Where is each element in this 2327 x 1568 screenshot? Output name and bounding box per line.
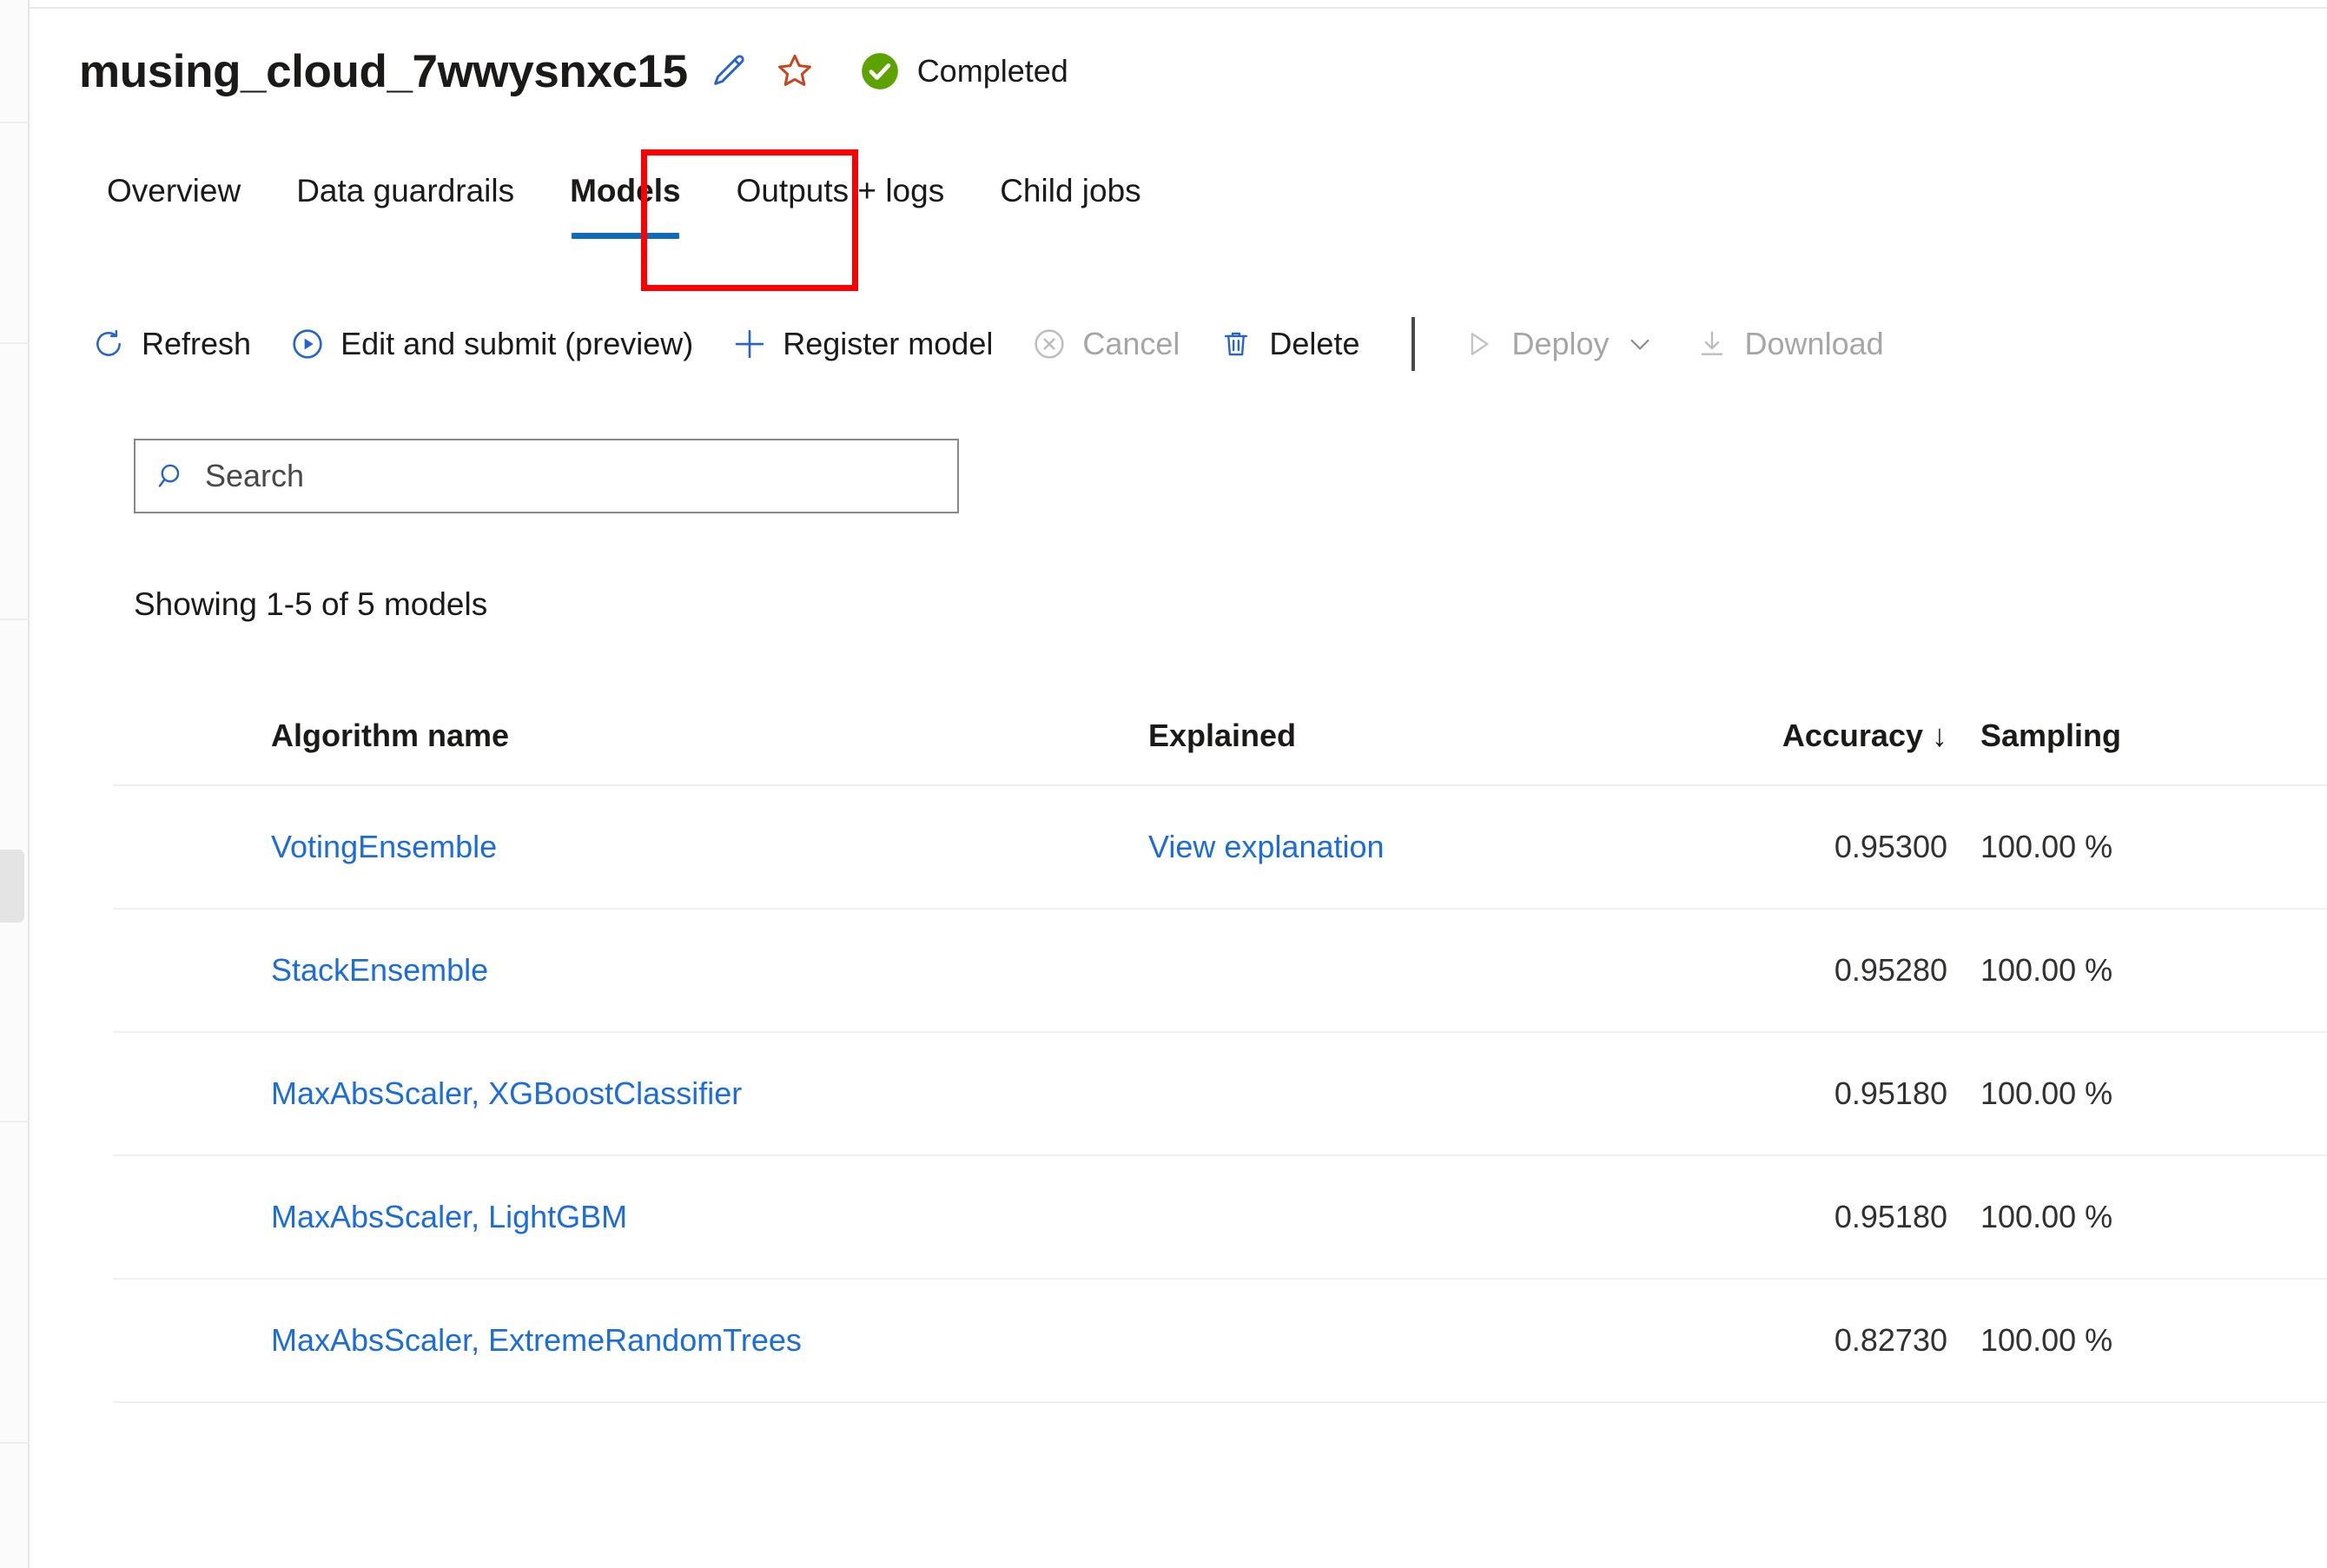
accuracy-value: 0.95280: [1834, 952, 1947, 988]
column-header-accuracy-label: Accuracy: [1782, 717, 1923, 753]
accuracy-value: 0.95180: [1834, 1199, 1947, 1234]
tab-outputs-logs[interactable]: Outputs + logs: [709, 172, 973, 255]
status-label: Completed: [916, 53, 1068, 89]
tab-label: Overview: [107, 173, 241, 208]
accuracy-value: 0.95180: [1834, 1075, 1947, 1111]
accuracy-value: 0.95300: [1834, 829, 1947, 864]
play-circle-icon: [289, 326, 326, 362]
cancel-circle-icon: [1031, 326, 1068, 362]
sampling-value: 100.00 %: [1980, 829, 2113, 864]
model-name-link[interactable]: MaxAbsScaler, LightGBM: [271, 1199, 1148, 1235]
plus-icon: [731, 326, 768, 362]
sampling-value: 100.00 %: [1980, 1322, 2113, 1358]
sampling-value: 100.00 %: [1980, 1075, 2113, 1111]
tab-data-guardrails[interactable]: Data guardrails: [268, 172, 542, 255]
table-row[interactable]: MaxAbsScaler, XGBoostClassifier 0.95180 …: [113, 1033, 2327, 1156]
status-badge: Completed: [855, 46, 1068, 96]
title-bar: musing_cloud_7wwysnxc15 Completed: [79, 42, 1068, 101]
tab-child-jobs[interactable]: Child jobs: [972, 172, 1168, 255]
sampling-value: 100.00 %: [1980, 1199, 2113, 1234]
table-row[interactable]: MaxAbsScaler, ExtremeRandomTrees 0.82730…: [113, 1280, 2327, 1403]
cancel-label: Cancel: [1082, 326, 1180, 361]
accuracy-value: 0.82730: [1834, 1322, 1947, 1358]
table-row[interactable]: VotingEnsemble View explanation 0.95300 …: [113, 786, 2327, 910]
completed-check-icon: [855, 46, 905, 96]
pencil-icon[interactable]: [704, 46, 754, 96]
column-header-accuracy[interactable]: Accuracy ↓: [1730, 718, 1947, 754]
search-box[interactable]: [134, 439, 959, 513]
download-button: Download: [1675, 306, 1903, 382]
trash-icon: [1218, 326, 1254, 362]
play-triangle-icon: [1460, 326, 1497, 362]
tab-models[interactable]: Models: [542, 172, 708, 255]
register-model-button[interactable]: Register model: [712, 306, 1012, 382]
view-explanation-link[interactable]: View explanation: [1148, 829, 1730, 865]
refresh-button[interactable]: Refresh: [71, 306, 270, 382]
star-icon[interactable]: [770, 46, 820, 96]
table-row[interactable]: MaxAbsScaler, LightGBM 0.95180 100.00 %: [113, 1156, 2327, 1280]
rail-divider: [0, 1121, 30, 1122]
search-icon: [156, 460, 188, 493]
deploy-button: Deploy: [1441, 306, 1674, 382]
column-header-explained[interactable]: Explained: [1148, 718, 1730, 754]
refresh-label: Refresh: [142, 326, 252, 361]
top-divider: [30, 7, 2327, 9]
sort-descending-icon: ↓: [1932, 717, 1947, 753]
download-label: Download: [1744, 326, 1884, 361]
sampling-value: 100.00 %: [1980, 952, 2113, 988]
models-table: Algorithm name Explained Accuracy ↓ Sampl…: [113, 686, 2327, 1403]
edit-and-submit-button[interactable]: Edit and submit (preview): [270, 306, 712, 382]
chevron-down-icon: [1624, 326, 1656, 362]
register-model-label: Register model: [783, 326, 994, 361]
refresh-icon: [90, 326, 127, 362]
model-name-link[interactable]: MaxAbsScaler, ExtremeRandomTrees: [271, 1322, 1148, 1359]
download-icon: [1694, 326, 1730, 362]
sidebar-collapse-handle[interactable]: [0, 850, 24, 923]
tab-label: Data guardrails: [296, 173, 515, 208]
table-row[interactable]: StackEnsemble 0.95280 100.00 %: [113, 910, 2327, 1033]
tab-label: Outputs + logs: [736, 173, 945, 208]
rail-divider: [0, 1442, 30, 1444]
search-input[interactable]: [203, 457, 936, 495]
tab-active-underline: [572, 233, 679, 239]
delete-button[interactable]: Delete: [1199, 306, 1378, 382]
page-container: musing_cloud_7wwysnxc15 Completed Overvi…: [30, 0, 2327, 1568]
model-name-link[interactable]: StackEnsemble: [271, 952, 1148, 989]
tab-overview[interactable]: Overview: [79, 172, 268, 255]
rail-divider: [0, 619, 30, 620]
column-header-sampling[interactable]: Sampling: [1947, 718, 2208, 754]
model-name-link[interactable]: VotingEnsemble: [271, 829, 1148, 865]
edit-and-submit-label: Edit and submit (preview): [340, 326, 694, 361]
tab-label: Models: [570, 173, 681, 208]
table-header-row: Algorithm name Explained Accuracy ↓ Sampl…: [113, 686, 2327, 786]
deploy-label: Deploy: [1511, 326, 1610, 361]
cancel-button: Cancel: [1012, 306, 1199, 382]
tab-bar: Overview Data guardrails Models Outputs …: [79, 172, 1169, 255]
tab-label: Child jobs: [1000, 173, 1141, 208]
page-title: musing_cloud_7wwysnxc15: [79, 45, 688, 97]
model-name-link[interactable]: MaxAbsScaler, XGBoostClassifier: [271, 1075, 1148, 1112]
results-summary: Showing 1-5 of 5 models: [134, 586, 488, 622]
rail-divider: [0, 122, 30, 123]
command-bar-divider: [1411, 317, 1416, 371]
command-bar: Refresh Edit and submit (preview) Regist…: [71, 306, 2327, 382]
rail-divider: [0, 342, 30, 344]
column-header-algorithm-name[interactable]: Algorithm name: [271, 718, 1148, 754]
sidebar-rail: [0, 0, 30, 1568]
delete-label: Delete: [1269, 326, 1360, 361]
